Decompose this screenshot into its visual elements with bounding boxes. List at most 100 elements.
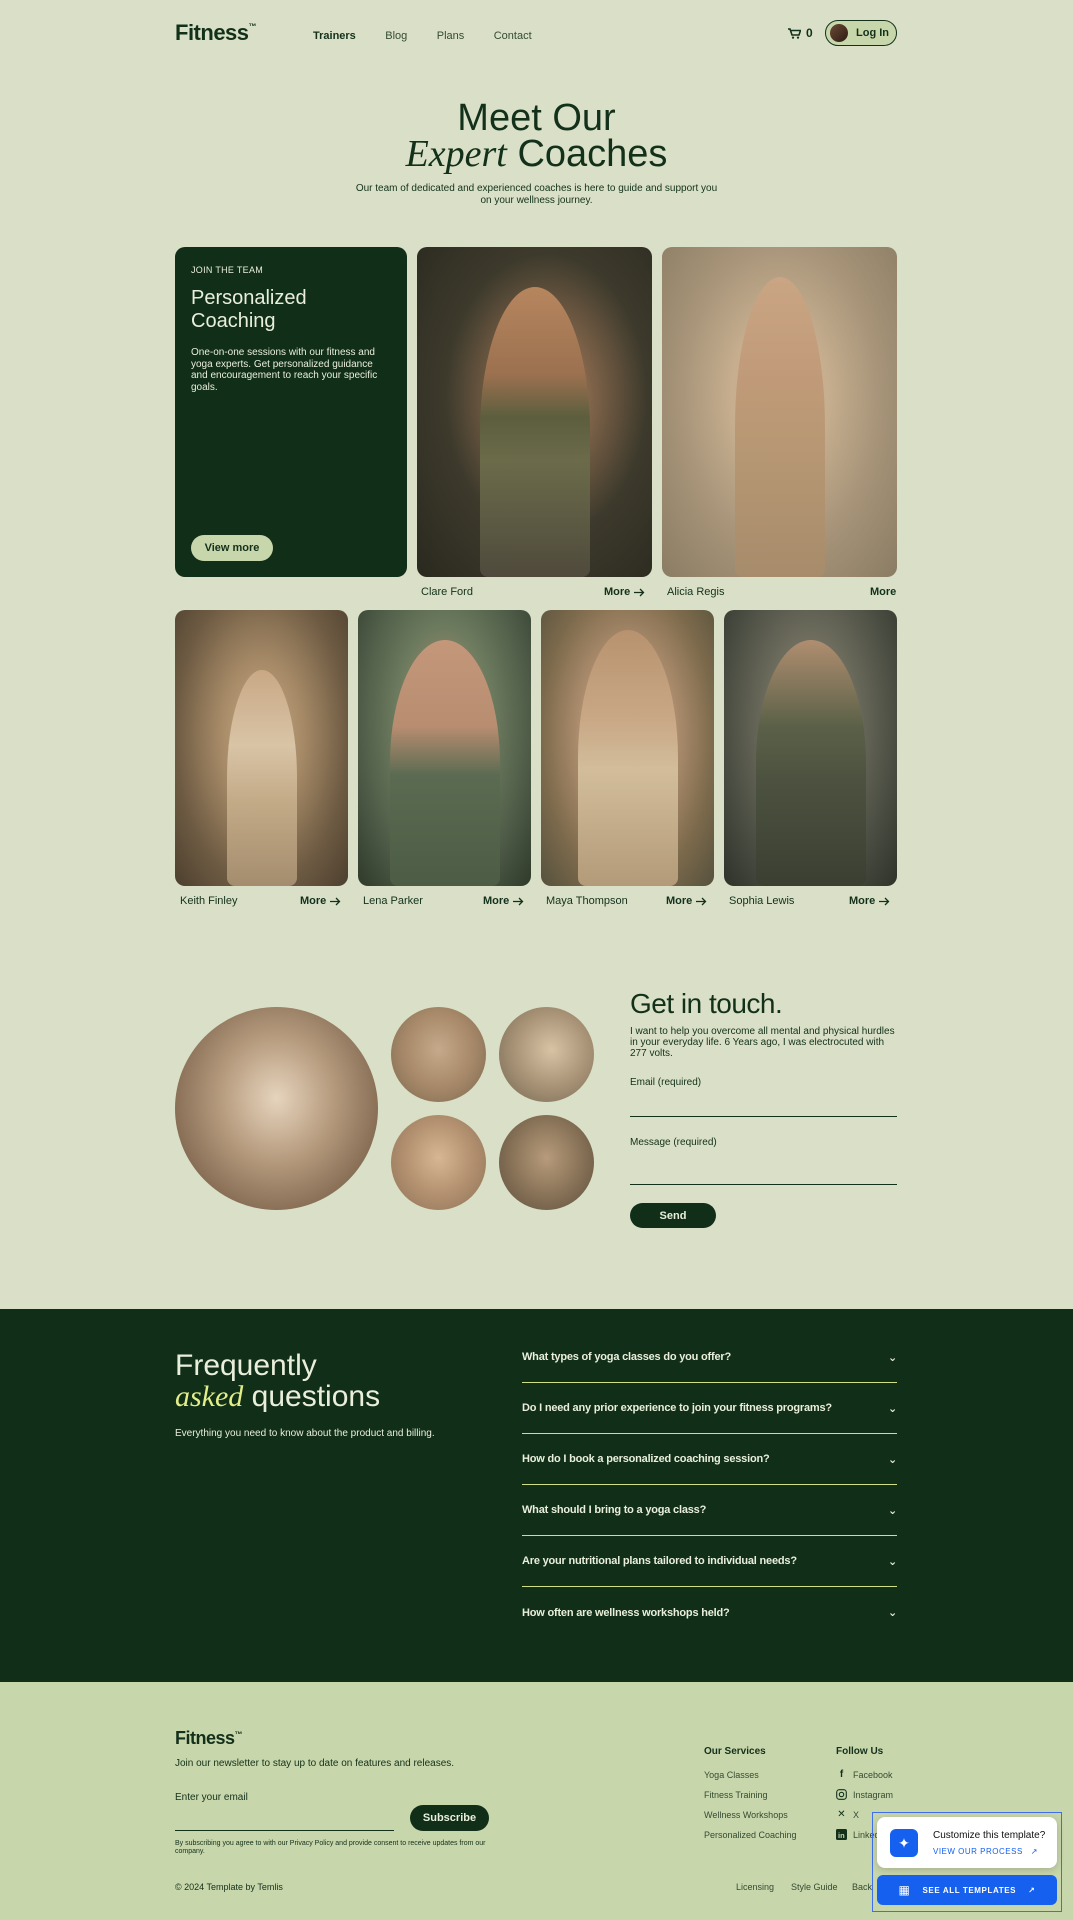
social-label: Facebook: [853, 1769, 893, 1780]
title-rest: Coaches: [517, 133, 668, 175]
coach-photo-keith-finley[interactable]: [175, 610, 348, 886]
arrow-right-icon: [879, 897, 890, 905]
template-icon: ▦: [898, 1883, 911, 1897]
faq-item[interactable]: Are your nutritional plans tailored to i…: [522, 1536, 897, 1587]
footer-link-personalized-coaching[interactable]: Personalized Coaching: [704, 1830, 797, 1840]
footer-logo-trademark: ™: [234, 1730, 243, 1739]
logo-trademark: ™: [248, 22, 257, 31]
send-button[interactable]: Send: [630, 1203, 716, 1228]
message-field[interactable]: [630, 1150, 897, 1184]
main-nav: Trainers Blog Plans Contact: [313, 26, 557, 44]
coach-name: Clare Ford: [421, 586, 473, 598]
contact-description: I want to help you overcome all mental a…: [630, 1026, 895, 1059]
page-title: Meet Our Expert Coaches: [0, 99, 1073, 175]
social-instagram[interactable]: Instagram: [836, 1789, 893, 1800]
more-label: More: [666, 895, 693, 907]
social-x[interactable]: ✕ X: [836, 1809, 859, 1820]
card-description: One-on-one sessions with our fitness and…: [191, 347, 378, 393]
coach-more-link[interactable]: More: [870, 586, 896, 598]
personalized-coaching-card: JOIN THE TEAM Personalized Coaching One-…: [175, 247, 407, 577]
footer-link-licensing[interactable]: Licensing: [736, 1882, 774, 1892]
cart-button[interactable]: 0: [788, 26, 813, 40]
view-process-label: VIEW OUR PROCESS: [933, 1847, 1023, 1856]
login-button[interactable]: Log In: [825, 20, 897, 46]
coach-photo-maya-thompson[interactable]: [541, 610, 714, 886]
faq-item[interactable]: What types of yoga classes do you offer?…: [522, 1332, 897, 1383]
view-process-link[interactable]: VIEW OUR PROCESS ↗: [933, 1847, 1038, 1856]
card-title: Personalized Coaching: [191, 287, 307, 332]
instagram-icon: [836, 1789, 847, 1800]
coach-photo-clare-ford[interactable]: [417, 247, 652, 577]
message-label: Message (required): [630, 1137, 717, 1148]
faq-question: Do I need any prior experience to join y…: [522, 1402, 832, 1414]
faq-item[interactable]: What should I bring to a yoga class? ⌄: [522, 1485, 897, 1536]
customize-template-card[interactable]: ✦ Customize this template? VIEW OUR PROC…: [877, 1817, 1057, 1868]
copyright: © 2024 Template by Temlis: [175, 1882, 283, 1892]
more-label: More: [604, 586, 631, 598]
view-more-button[interactable]: View more: [191, 535, 273, 561]
email-field[interactable]: [630, 1090, 897, 1116]
faq-subtitle: Everything you need to know about the pr…: [175, 1428, 435, 1439]
coach-more-link[interactable]: More: [300, 895, 341, 907]
footer-logo-text: Fitness: [175, 1728, 235, 1748]
faq-question: Are your nutritional plans tailored to i…: [522, 1555, 797, 1567]
external-arrow-icon: ↗: [1028, 1885, 1036, 1895]
subscribe-button[interactable]: Subscribe: [410, 1805, 489, 1831]
faq-title-line-1: Frequently: [175, 1349, 317, 1382]
footer-link-wellness-workshops[interactable]: Wellness Workshops: [704, 1810, 788, 1820]
nav-trainers[interactable]: Trainers: [313, 30, 356, 42]
faq-title: Frequently asked questions: [175, 1350, 380, 1412]
card-kicker: JOIN THE TEAM: [191, 265, 264, 275]
more-label: More: [300, 895, 327, 907]
newsletter-email-input[interactable]: Enter your email: [175, 1792, 248, 1803]
faq-title-emphasis: asked: [175, 1380, 244, 1413]
logo-text: Fitness: [175, 20, 249, 45]
consent-text: By subscribing you agree to with our Pri…: [175, 1840, 486, 1855]
newsletter-underline: [175, 1830, 394, 1831]
arrow-right-icon: [513, 897, 524, 905]
coach-more-link[interactable]: More: [849, 895, 890, 907]
footer-link-fitness-training[interactable]: Fitness Training: [704, 1790, 768, 1800]
faq-question: What should I bring to a yoga class?: [522, 1504, 707, 1516]
faq-item[interactable]: How often are wellness workshops held? ⌄: [522, 1587, 897, 1638]
coach-photo-alicia-regis[interactable]: [662, 247, 897, 577]
faq-item[interactable]: Do I need any prior experience to join y…: [522, 1383, 897, 1434]
faq-question: How often are wellness workshops held?: [522, 1606, 730, 1619]
coach-more-link[interactable]: More: [483, 895, 524, 907]
customize-title: Customize this template?: [933, 1830, 1046, 1841]
footer-logo[interactable]: Fitness™: [175, 1728, 243, 1749]
social-label: X: [853, 1809, 860, 1820]
page-subtitle: Our team of dedicated and experienced co…: [0, 183, 1073, 207]
email-underline: [630, 1116, 897, 1117]
footer-link-back[interactable]: Back: [852, 1882, 872, 1892]
faq-title-line-2: asked questions: [175, 1381, 380, 1412]
nav-plans[interactable]: Plans: [437, 30, 465, 42]
nav-blog[interactable]: Blog: [385, 30, 407, 42]
coach-name: Sophia Lewis: [729, 895, 795, 907]
yoga-photo-3: [391, 1115, 486, 1210]
coach-photo-lena-parker[interactable]: [358, 610, 531, 886]
faq-item[interactable]: How do I book a personalized coaching se…: [522, 1434, 897, 1485]
external-arrow-icon: ↗: [1030, 1847, 1038, 1856]
arrow-right-icon: [330, 897, 341, 905]
coach-name: Lena Parker: [363, 895, 423, 907]
coach-photo-sophia-lewis[interactable]: [724, 610, 897, 886]
message-underline: [630, 1184, 897, 1185]
x-icon: ✕: [837, 1809, 846, 1820]
coach-more-link[interactable]: More: [666, 895, 707, 907]
coach-more-link[interactable]: More: [604, 586, 645, 598]
email-label: Email (required): [630, 1077, 702, 1088]
svg-text:in: in: [838, 1831, 845, 1840]
site-logo[interactable]: Fitness™: [175, 20, 257, 46]
chevron-down-icon: ⌄: [887, 1453, 897, 1466]
nav-contact[interactable]: Contact: [494, 30, 532, 42]
subtitle-line-2: on your wellness journey.: [480, 195, 593, 206]
social-facebook[interactable]: f Facebook: [836, 1769, 893, 1780]
more-label: More: [870, 586, 897, 598]
avatar-icon: [830, 24, 848, 42]
footer-link-yoga-classes[interactable]: Yoga Classes: [704, 1770, 759, 1780]
see-all-templates-button[interactable]: ▦ SEE ALL TEMPLATES ↗: [877, 1875, 1057, 1905]
footer-link-style-guide[interactable]: Style Guide: [791, 1882, 838, 1892]
coach-name: Keith Finley: [180, 895, 238, 907]
services-heading: Our Services: [704, 1746, 766, 1757]
